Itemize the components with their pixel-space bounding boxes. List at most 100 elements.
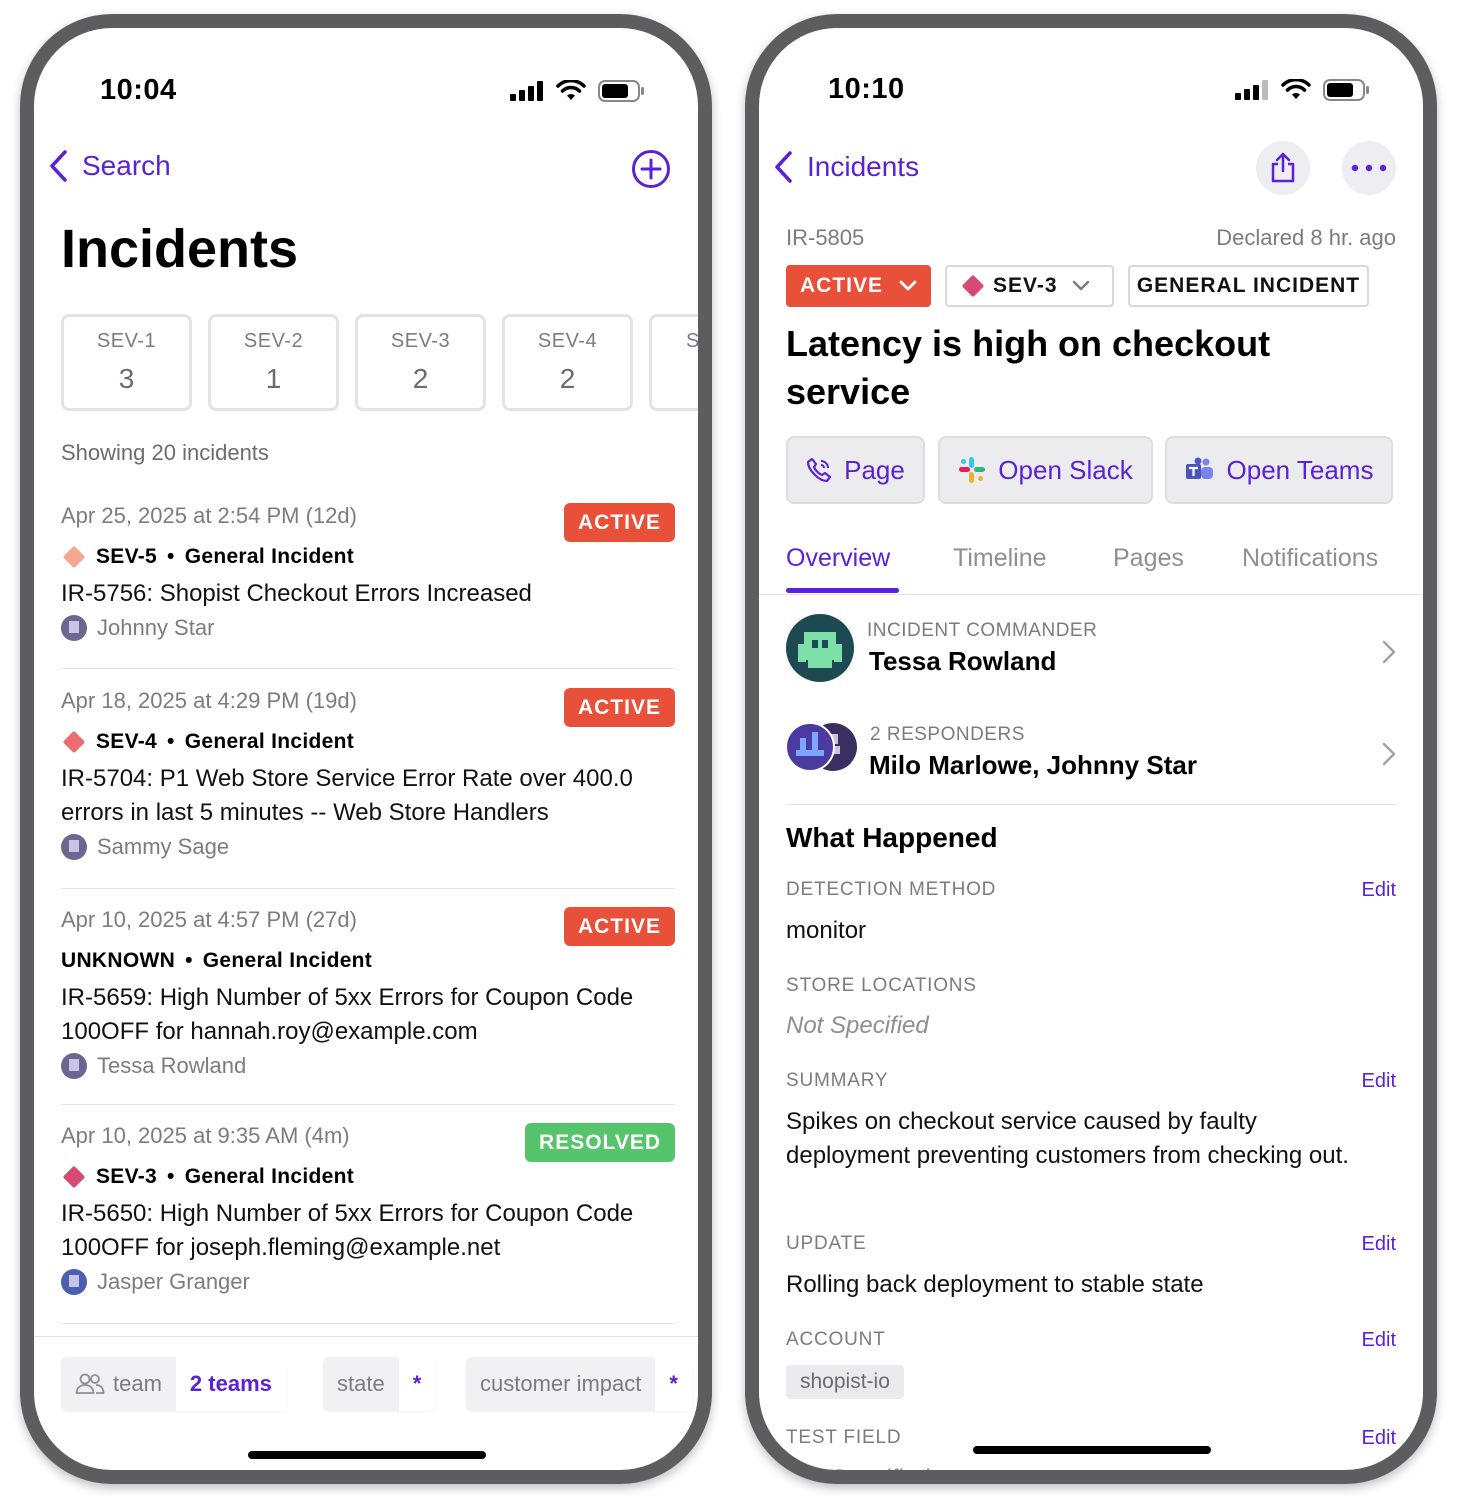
incident-type: General Incident xyxy=(184,730,355,753)
severity-card-sev3[interactable]: SEV-3 2 xyxy=(355,314,486,411)
incident-id: IR-5805 xyxy=(786,225,865,250)
severity-diamond-icon xyxy=(961,274,985,298)
filter-chip-team[interactable]: team 2 teams xyxy=(61,1357,286,1411)
severity-label: SEV-4 xyxy=(96,730,158,753)
incident-commander-row[interactable]: INCIDENT COMMANDER Tessa Rowland xyxy=(786,614,1400,688)
avatar-group xyxy=(786,722,857,772)
wifi-icon xyxy=(1281,79,1311,99)
open-slack-label: Open Slack xyxy=(998,454,1133,485)
add-incident-icon[interactable] xyxy=(631,149,671,189)
divider xyxy=(61,668,675,669)
page-button[interactable]: Page xyxy=(786,436,925,504)
open-teams-button[interactable]: Open Teams xyxy=(1165,436,1393,504)
status-time: 10:04 xyxy=(100,74,177,106)
incident-severity: SEV-3 • General Incident xyxy=(61,1165,675,1189)
chevron-left-icon xyxy=(775,151,792,183)
severity-card-sev4[interactable]: SEV-4 2 xyxy=(502,314,633,411)
incident-count-text: Showing 20 incidents xyxy=(61,440,269,465)
severity-card-sev5[interactable]: S xyxy=(649,314,698,411)
detection-method-value: monitor xyxy=(786,917,867,944)
ellipsis-icon xyxy=(1351,164,1387,172)
active-tab-indicator xyxy=(786,588,899,593)
tab-overview[interactable]: Overview xyxy=(786,544,890,573)
back-button[interactable]: Search xyxy=(48,149,171,183)
tab-bar: Overview Timeline Pages Notifications xyxy=(759,538,1423,595)
owner-name: Jasper Granger xyxy=(97,1269,250,1294)
field-label: TEST FIELD xyxy=(786,1427,902,1448)
severity-card-sev2[interactable]: SEV-2 1 xyxy=(208,314,339,411)
role-label: INCIDENT COMMANDER xyxy=(867,620,1098,641)
severity-diamond-icon xyxy=(62,545,86,569)
filter-chip-state[interactable]: state * xyxy=(323,1357,436,1411)
field-label: ACCOUNT xyxy=(786,1329,886,1350)
filter-key-label: customer impact xyxy=(466,1357,656,1411)
incident-title: IR-5756: Shopist Checkout Errors Increas… xyxy=(61,580,532,607)
edit-detection-method-button[interactable]: Edit xyxy=(1362,879,1396,902)
tab-pages[interactable]: Pages xyxy=(1113,544,1184,573)
battery-icon xyxy=(598,80,644,102)
severity-count: 1 xyxy=(265,363,282,394)
filter-chip-customer-impact[interactable]: customer impact * xyxy=(466,1357,692,1411)
cellular-signal-icon xyxy=(510,81,543,101)
tab-notifications[interactable]: Notifications xyxy=(1242,544,1378,573)
incident-row[interactable]: Apr 25, 2025 at 2:54 PM (12d) ACTIVE SEV… xyxy=(61,503,675,641)
phone-frame-left: 10:04 Search Incidents SEV-1 3 SEV-2 1 SEV… xyxy=(20,14,712,1484)
owner-name: Sammy Sage xyxy=(97,834,230,859)
responders-row[interactable]: 2 RESPONDERS Milo Marlowe, Johnny Star xyxy=(786,718,1400,792)
avatar xyxy=(61,615,87,641)
divider xyxy=(61,888,675,889)
incident-type: General Incident xyxy=(184,1165,355,1188)
divider xyxy=(61,1323,675,1324)
responder-names: Milo Marlowe, Johnny Star xyxy=(869,750,1197,780)
slack-icon xyxy=(959,457,986,483)
page-title: Incidents xyxy=(61,219,299,279)
filter-key: team xyxy=(61,1357,176,1411)
back-button[interactable]: Incidents xyxy=(773,150,919,184)
owner-name: Tessa Rowland xyxy=(97,1053,247,1078)
filter-value: * xyxy=(655,1357,692,1411)
commander-name: Tessa Rowland xyxy=(869,646,1057,676)
status-badge: ACTIVE xyxy=(563,503,675,542)
phone-call-icon xyxy=(807,457,832,483)
state-dropdown[interactable]: ACTIVE xyxy=(786,265,931,307)
share-button[interactable] xyxy=(1256,141,1310,195)
cellular-signal-icon xyxy=(1235,80,1268,100)
severity-label: S xyxy=(686,330,698,352)
divider xyxy=(61,1104,675,1105)
edit-summary-button[interactable]: Edit xyxy=(1362,1070,1396,1093)
severity-label: SEV-3 xyxy=(390,330,451,352)
edit-test-field-button[interactable]: Edit xyxy=(1362,1427,1396,1450)
incident-row[interactable]: Apr 10, 2025 at 9:35 AM (4m) RESOLVED SE… xyxy=(61,1123,675,1295)
back-button-label: Search xyxy=(82,150,171,181)
incident-row[interactable]: Apr 10, 2025 at 4:57 PM (27d) ACTIVE UNK… xyxy=(61,907,675,1079)
tab-timeline[interactable]: Timeline xyxy=(953,544,1047,573)
open-slack-button[interactable]: Open Slack xyxy=(938,436,1153,504)
section-title: What Happened xyxy=(786,822,998,853)
status-badge: RESOLVED xyxy=(525,1123,675,1162)
status-icons xyxy=(510,80,646,102)
incident-type-pill[interactable]: GENERAL INCIDENT xyxy=(1128,265,1369,307)
open-teams-label: Open Teams xyxy=(1226,454,1374,485)
incident-severity: SEV-5 • General Incident xyxy=(61,545,675,569)
severity-dropdown[interactable]: SEV-3 xyxy=(945,265,1114,307)
status-badge: ACTIVE xyxy=(563,907,675,946)
severity-label: UNKNOWN xyxy=(61,949,176,972)
more-button[interactable] xyxy=(1342,141,1396,195)
severity-card-sev1[interactable]: SEV-1 3 xyxy=(61,314,192,411)
chevron-down-icon xyxy=(899,280,917,291)
severity-count: 2 xyxy=(559,363,576,394)
back-button-label: Incidents xyxy=(807,151,920,182)
severity-label: SEV-3 xyxy=(96,1165,158,1188)
share-icon xyxy=(1271,152,1295,183)
incident-detail-screen: 10:10 Incidents IR-5805 Declared 8 hr. a… xyxy=(759,28,1423,1470)
chevron-left-icon xyxy=(50,150,67,182)
incidents-list-screen: 10:04 Search Incidents SEV-1 3 SEV-2 1 SEV… xyxy=(34,28,698,1470)
update-value: Rolling back deployment to stable state xyxy=(786,1271,1204,1298)
incident-row[interactable]: Apr 18, 2025 at 4:29 PM (19d) ACTIVE SEV… xyxy=(61,688,675,860)
home-indicator xyxy=(248,1451,486,1459)
filter-key-label: team xyxy=(113,1371,162,1396)
state-label: ACTIVE xyxy=(800,274,884,297)
filter-key-label: state xyxy=(323,1357,399,1411)
edit-account-button[interactable]: Edit xyxy=(1362,1329,1396,1352)
edit-update-button[interactable]: Edit xyxy=(1362,1233,1396,1256)
